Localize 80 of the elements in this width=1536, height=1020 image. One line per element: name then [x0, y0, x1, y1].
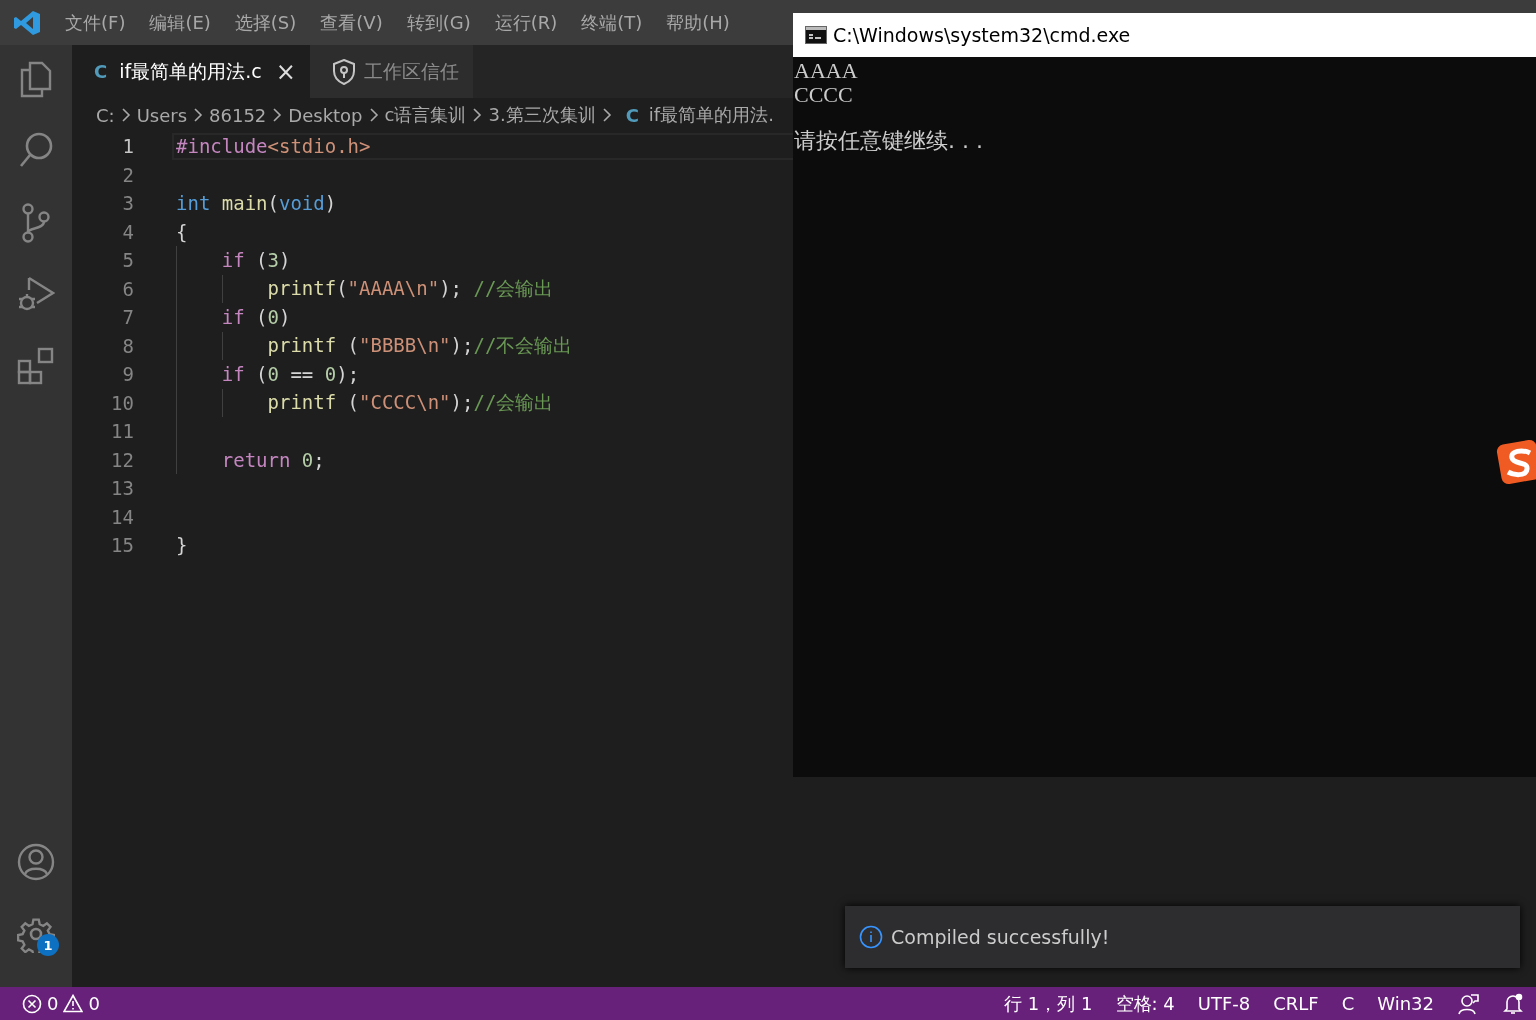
- breadcrumb-item[interactable]: if最简单的用法.: [648, 103, 774, 127]
- line-number: 13: [110, 477, 134, 500]
- play-bug-icon[interactable]: [17, 275, 55, 313]
- notification-badge: 1: [37, 934, 59, 956]
- code-line: printf ("CCCC\n");//会输出: [266, 389, 555, 415]
- app-logo-icon: [13, 9, 41, 36]
- line-number: 6: [121, 277, 134, 300]
- menu-item[interactable]: 文件(F): [65, 10, 126, 35]
- status-item[interactable]: C: [1341, 993, 1355, 1014]
- line-number: 15: [110, 534, 134, 557]
- line-number: 5: [121, 249, 134, 272]
- terminal-icon: [805, 26, 827, 44]
- c-file-icon: C: [94, 61, 108, 82]
- account-icon[interactable]: [17, 843, 55, 881]
- close-icon[interactable]: ×: [275, 57, 296, 86]
- bell-icon[interactable]: [1502, 992, 1524, 1015]
- chevron-icon: [368, 108, 379, 122]
- warning-icon[interactable]: [63, 994, 84, 1013]
- shield-icon: [331, 58, 356, 85]
- line-number: 1: [121, 135, 134, 158]
- line-number: 7: [121, 306, 134, 329]
- line-number: 3: [121, 192, 134, 215]
- code-line: if (0): [220, 306, 292, 329]
- branch-icon[interactable]: [21, 203, 51, 243]
- code-line: int main(void): [175, 192, 338, 215]
- chevron-icon: [120, 108, 131, 122]
- chevron-icon: [472, 108, 483, 122]
- line-number: 9: [121, 363, 134, 386]
- line-number: 10: [110, 391, 134, 414]
- breadcrumb-item[interactable]: Users: [136, 104, 188, 126]
- code-line: return 0;: [220, 448, 326, 471]
- warning-count[interactable]: 0: [88, 993, 100, 1014]
- notification-message: Compiled successfully!: [891, 926, 1110, 948]
- code-line: if (0 == 0);: [220, 363, 361, 386]
- console-output: AAAA: [794, 59, 858, 83]
- line-number: 4: [121, 220, 134, 243]
- code-line: #include<stdio.h>: [175, 135, 372, 158]
- info-icon: [859, 925, 883, 949]
- breadcrumb-item[interactable]: 86152: [209, 104, 267, 126]
- line-number: 8: [121, 334, 134, 357]
- status-item[interactable]: 空格: 4: [1115, 991, 1175, 1016]
- breadcrumb-item[interactable]: Desktop: [288, 104, 363, 126]
- search-icon[interactable]: [18, 131, 54, 169]
- chevron-icon: [601, 108, 612, 122]
- error-count[interactable]: 0: [47, 993, 59, 1014]
- code-line: {: [175, 220, 189, 243]
- menu-item[interactable]: 帮助(H): [666, 10, 730, 35]
- status-item[interactable]: Win32: [1377, 993, 1434, 1014]
- chevron-icon: [193, 108, 204, 122]
- line-number: 12: [110, 448, 134, 471]
- breadcrumb-item[interactable]: c语言集训: [384, 103, 467, 127]
- blocks-icon[interactable]: [17, 347, 55, 385]
- menu-item[interactable]: 运行(R): [494, 10, 558, 35]
- code-line: printf("AAAA\n"); //会输出: [266, 275, 555, 301]
- code-line: printf ("BBBB\n");//不会输出: [266, 332, 574, 358]
- breadcrumb-item[interactable]: C:: [96, 104, 115, 126]
- console-prompt: 请按任意键继续. . .: [794, 129, 983, 153]
- line-number: 2: [121, 163, 134, 186]
- files-icon[interactable]: [18, 59, 54, 99]
- menu-item[interactable]: 编辑(E): [149, 10, 211, 35]
- editor-tab[interactable]: 工作区信任: [309, 45, 473, 98]
- c-file-icon: C: [625, 104, 639, 126]
- status-item[interactable]: CRLF: [1273, 993, 1319, 1014]
- editor-tab[interactable]: C if最简单的用法.c ×: [72, 45, 310, 98]
- menu-item[interactable]: 选择(S): [234, 10, 297, 35]
- person-icon[interactable]: [1457, 992, 1479, 1015]
- error-icon[interactable]: [22, 993, 42, 1014]
- status-item[interactable]: 行 1，列 1: [1004, 991, 1093, 1016]
- breadcrumb-item[interactable]: 3.第三次集训: [488, 103, 596, 127]
- menu-item[interactable]: 转到(G): [406, 10, 471, 35]
- line-number: 14: [110, 505, 134, 528]
- chevron-icon: [272, 108, 283, 122]
- menu-item[interactable]: 查看(V): [320, 10, 383, 35]
- line-number: 11: [110, 420, 134, 443]
- code-line: }: [175, 534, 189, 557]
- code-line: if (3): [220, 249, 292, 272]
- status-item[interactable]: UTF-8: [1197, 993, 1251, 1014]
- menu-item[interactable]: 终端(T): [581, 10, 643, 35]
- window-title: C:\Windows\system32\cmd.exe: [833, 24, 1131, 46]
- console-output: CCCC: [794, 83, 853, 107]
